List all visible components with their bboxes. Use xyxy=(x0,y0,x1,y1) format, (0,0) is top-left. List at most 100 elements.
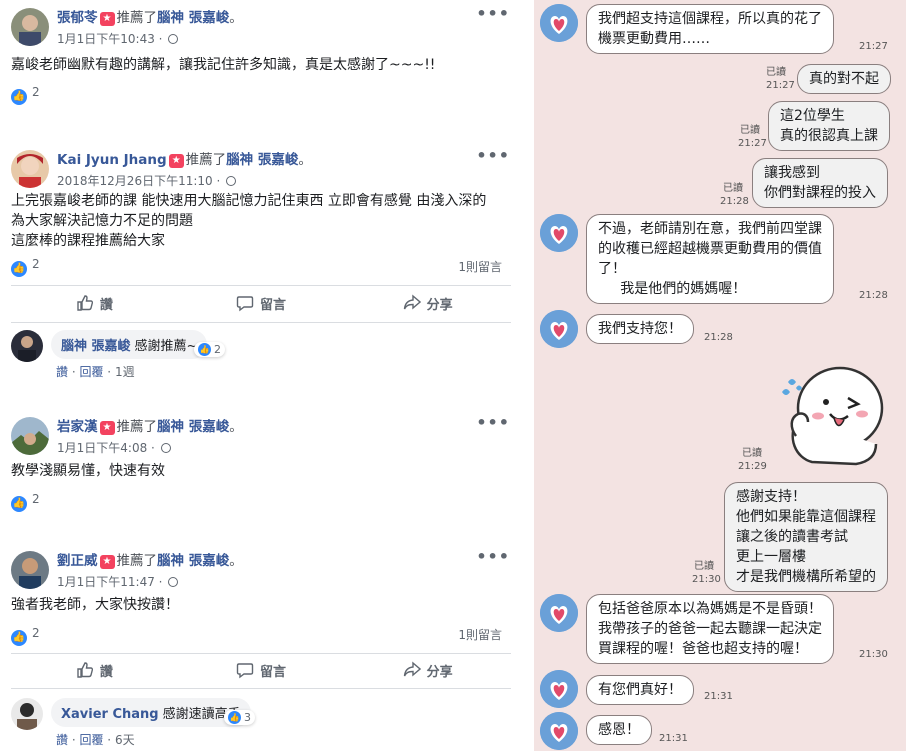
like-count[interactable]: 👍 2 xyxy=(11,83,40,105)
contact-avatar[interactable] xyxy=(540,712,578,750)
chat-message: 有您們真好！ xyxy=(586,675,694,705)
chat-message: 包括爸爸原本以為媽媽是不是昏頭！ 我帶孩子的爸爸一起去聽課一起決定 買課程的喔！… xyxy=(586,594,834,664)
author-name[interactable]: 張郁苓 xyxy=(57,10,98,26)
recommend-star-icon: ★ xyxy=(99,12,115,26)
author-name[interactable]: 劉正威 xyxy=(57,553,98,569)
message-time: 21:27 xyxy=(859,41,888,52)
like-button[interactable]: 讚 xyxy=(11,288,178,318)
comment-reply-link[interactable]: 回覆 xyxy=(79,733,103,747)
page-link[interactable]: 腦神 張嘉峻 xyxy=(157,10,229,26)
share-icon xyxy=(403,294,421,310)
read-receipt: 已讀 xyxy=(742,448,762,459)
review-post: 劉正威 ★ 推薦了腦神 張嘉峻。 1月1日下午11:47 · ••• 強者我老師，大… xyxy=(11,547,511,747)
chat-message: 這2位學生 真的很認真上課 xyxy=(768,101,890,151)
read-receipt: 已讀 xyxy=(740,125,760,136)
more-options-icon[interactable]: ••• xyxy=(476,4,510,23)
recommend-star-icon: ★ xyxy=(99,421,115,435)
like-button[interactable]: 讚 xyxy=(11,655,178,685)
avatar[interactable] xyxy=(11,150,49,188)
comment-icon xyxy=(236,663,254,679)
post-time[interactable]: 1月1日下午11:47 xyxy=(57,575,155,589)
post-time[interactable]: 1月1日下午10:43 xyxy=(57,32,155,46)
like-icon: 👍 xyxy=(11,261,27,277)
comment-like-count[interactable]: 👍 3 xyxy=(224,710,255,725)
divider xyxy=(11,285,511,286)
share-button[interactable]: 分享 xyxy=(344,655,511,685)
share-button[interactable]: 分享 xyxy=(344,288,511,318)
like-count[interactable]: 👍 2 xyxy=(11,255,40,277)
comment-bubble: 腦神 張嘉峻 感謝推薦~ xyxy=(51,330,208,359)
post-time[interactable]: 2018年12月26日下午11:10 xyxy=(57,174,213,188)
page-link[interactable]: 腦神 張嘉峻 xyxy=(226,152,298,168)
like-icon: 👍 xyxy=(228,711,241,724)
comment-count[interactable]: 1則留言 xyxy=(458,258,502,275)
action-bar: 讚 留言 分享 xyxy=(11,655,511,685)
chat-message: 感謝支持！ 他們如果能靠這個課程 讓之後的讀書考試 更上一層樓 才是我們機構所希… xyxy=(724,482,888,592)
like-icon: 👍 xyxy=(11,89,27,105)
like-count[interactable]: 👍 2 xyxy=(11,490,40,512)
share-icon xyxy=(403,661,421,677)
chat-message: 真的對不起 xyxy=(797,64,891,94)
message-time: 21:30 xyxy=(692,574,721,585)
chat-message: 感恩！ xyxy=(586,715,652,745)
more-options-icon[interactable]: ••• xyxy=(476,146,510,165)
message-time: 21:29 xyxy=(738,461,767,472)
like-icon: 👍 xyxy=(11,630,27,646)
chat-message: 我們支持您！ xyxy=(586,314,694,344)
facebook-reviews-panel: 張郁苓 ★ 推薦了腦神 張嘉峻。 1月1日下午10:43 · ••• 嘉峻老師幽默有… xyxy=(0,0,534,751)
comment-button[interactable]: 留言 xyxy=(178,288,345,318)
globe-icon xyxy=(160,443,171,453)
contact-avatar[interactable] xyxy=(540,4,578,42)
message-time: 21:28 xyxy=(704,332,733,343)
read-receipt: 已讀 xyxy=(723,183,743,194)
contact-avatar[interactable] xyxy=(540,214,578,252)
comment-like-link[interactable]: 讚 xyxy=(56,365,68,379)
author-name[interactable]: 岩家漢 xyxy=(57,419,98,435)
comment-like-link[interactable]: 讚 xyxy=(56,733,68,747)
comment-like-count[interactable]: 👍 2 xyxy=(194,342,225,357)
thumbs-up-icon xyxy=(77,662,93,678)
comment-author[interactable]: 腦神 張嘉峻 xyxy=(61,339,131,354)
comment-age: 1週 xyxy=(114,365,135,379)
post-time[interactable]: 1月1日下午4:08 xyxy=(57,441,147,455)
message-time: 21:28 xyxy=(720,196,749,207)
page-link[interactable]: 腦神 張嘉峻 xyxy=(157,553,229,569)
message-time: 21:31 xyxy=(704,691,733,702)
like-icon: 👍 xyxy=(11,496,27,512)
recommend-text: 推薦了 xyxy=(116,10,158,26)
chat-message: 不過，老師請別在意，我們前四堂課 的收穫已經超越機票更動費用的價值 了！ 我是他… xyxy=(586,214,834,304)
more-options-icon[interactable]: ••• xyxy=(476,547,510,566)
like-count[interactable]: 👍 2 xyxy=(11,624,40,646)
comment-reply-link[interactable]: 回覆 xyxy=(79,365,103,379)
message-time: 21:30 xyxy=(859,649,888,660)
chat-message: 我們超支持這個課程，所以真的花了 機票更動費用…… xyxy=(586,4,834,54)
post-body: 強者我老師，大家快按讚！ xyxy=(11,597,179,613)
message-time: 21:31 xyxy=(659,733,688,744)
more-options-icon[interactable]: ••• xyxy=(476,413,510,432)
sticker-wink-face xyxy=(782,366,884,466)
comment-author[interactable]: Xavier Chang xyxy=(61,707,159,722)
divider xyxy=(11,322,511,323)
contact-avatar[interactable] xyxy=(540,594,578,632)
review-post: 張郁苓 ★ 推薦了腦神 張嘉峻。 1月1日下午10:43 · ••• 嘉峻老師幽默有… xyxy=(0,0,520,105)
globe-icon xyxy=(168,577,179,587)
contact-avatar[interactable] xyxy=(540,310,578,348)
post-body: 嘉峻老師幽默有趣的講解，讓我記住許多知識，真是太感謝了~~~!! xyxy=(11,57,436,73)
avatar[interactable] xyxy=(11,417,49,455)
review-post: 岩家漢 ★ 推薦了腦神 張嘉峻。 1月1日下午4:08 · ••• 教學淺顯易懂，快… xyxy=(0,409,520,512)
comment-button[interactable]: 留言 xyxy=(178,655,345,685)
message-time: 21:27 xyxy=(766,80,795,91)
globe-icon xyxy=(168,34,179,44)
divider xyxy=(11,653,511,654)
avatar[interactable] xyxy=(11,551,49,589)
author-name[interactable]: Kai Jyun Jhang xyxy=(57,152,167,168)
avatar[interactable] xyxy=(11,330,43,362)
avatar[interactable] xyxy=(11,698,43,730)
contact-avatar[interactable] xyxy=(540,670,578,708)
comment-count[interactable]: 1則留言 xyxy=(458,626,502,643)
globe-icon xyxy=(226,176,237,186)
comment-age: 6天 xyxy=(114,733,135,747)
page-link[interactable]: 腦神 張嘉峻 xyxy=(157,419,229,435)
read-receipt: 已讀 xyxy=(694,561,714,572)
avatar[interactable] xyxy=(11,8,49,46)
